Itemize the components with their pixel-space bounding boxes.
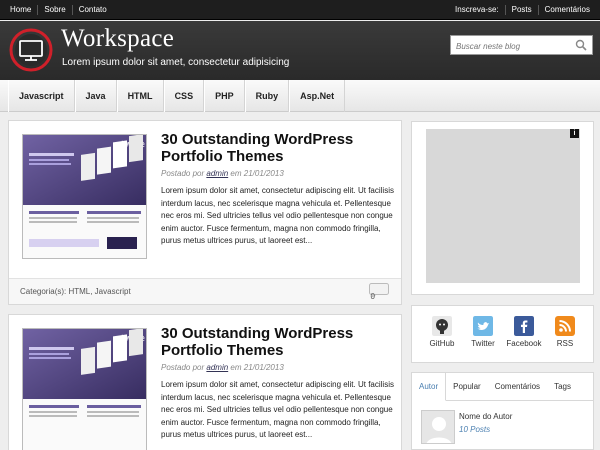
post-card: twice 30 Outstanding WordPress Portfolio… (8, 314, 402, 450)
social-github-label: GitHub (429, 339, 455, 348)
post-footer: Categoria(s): HTML, Javascript 0 (9, 278, 401, 304)
github-icon (432, 316, 452, 336)
post-excerpt: Lorem ipsum dolor sit amet, consectetur … (161, 186, 394, 245)
post-categories[interactable]: Categoria(s): HTML, Javascript (20, 287, 131, 296)
avatar[interactable] (421, 410, 455, 444)
category-nav: Javascript Java HTML CSS PHP Ruby Asp.Ne… (0, 80, 600, 112)
social-twitter-label: Twitter (471, 339, 495, 348)
monitor-logo-icon[interactable] (8, 27, 54, 73)
ad-placeholder[interactable] (426, 129, 580, 283)
tabs-widget: Autor Popular Comentários Tags Nome do A… (411, 372, 594, 450)
post-title[interactable]: 30 Outstanding WordPress Portfolio Theme… (161, 325, 391, 359)
tab-popular[interactable]: Popular (446, 373, 488, 401)
search-icon[interactable] (575, 39, 587, 51)
post-excerpt: Lorem ipsum dolor sit amet, consectetur … (161, 380, 394, 439)
twitter-icon (473, 316, 493, 336)
site-description: Lorem ipsum dolor sit amet, consectetur … (62, 57, 290, 68)
tab-comentarios[interactable]: Comentários (488, 373, 547, 401)
site-header: Workspace Lorem ipsum dolor sit amet, co… (0, 21, 600, 80)
ad-widget: i (411, 121, 594, 295)
tab-tags[interactable]: Tags (547, 373, 578, 401)
comment-count: 0 (370, 292, 375, 301)
post-card: twice 30 Outstanding WordPress Portfolio… (8, 120, 402, 305)
ad-info-icon[interactable]: i (570, 129, 579, 138)
top-link-contato[interactable]: Contato (73, 5, 113, 15)
social-rss-label: RSS (556, 339, 574, 348)
default-avatar-icon (422, 411, 454, 443)
social-rss-link[interactable]: RSS (545, 316, 585, 348)
subscribe-posts-link[interactable]: Posts (504, 5, 538, 15)
subscribe-links: Inscreva-se: Posts Comentários (449, 0, 596, 20)
nav-item-aspnet[interactable]: Asp.Net (289, 80, 346, 112)
top-link-sobre[interactable]: Sobre (38, 5, 73, 15)
top-bar: Home Sobre Contato Inscreva-se: Posts Co… (0, 0, 600, 20)
post-date: em 21/01/2013 (230, 363, 284, 372)
tab-bar: Autor Popular Comentários Tags (412, 373, 593, 401)
nav-item-html[interactable]: HTML (116, 80, 164, 112)
site-title[interactable]: Workspace (61, 25, 174, 53)
nav-item-javascript[interactable]: Javascript (8, 80, 75, 112)
social-facebook-label: Facebook (506, 339, 542, 348)
post-date: em 21/01/2013 (230, 169, 284, 178)
author-name: Nome do Autor (459, 412, 513, 421)
rss-icon (555, 316, 575, 336)
search-input[interactable] (451, 37, 571, 56)
nav-item-php[interactable]: PHP (204, 80, 245, 112)
post-author-link[interactable]: admin (206, 363, 228, 372)
subscribe-comments-link[interactable]: Comentários (537, 5, 596, 15)
social-github-link[interactable]: GitHub (422, 316, 462, 348)
post-thumbnail[interactable]: twice (22, 328, 147, 450)
top-link-home[interactable]: Home (4, 5, 39, 15)
theme-preview-image: twice (23, 135, 146, 258)
tab-autor[interactable]: Autor (412, 373, 447, 401)
nav-item-java[interactable]: Java (74, 80, 117, 112)
social-twitter-link[interactable]: Twitter (463, 316, 503, 348)
post-title[interactable]: 30 Outstanding WordPress Portfolio Theme… (161, 131, 391, 165)
social-widget: GitHub Twitter Facebook RSS (411, 305, 594, 363)
search-box (450, 35, 593, 56)
post-author-link[interactable]: admin (206, 169, 228, 178)
post-meta: Postado por admin em 21/01/2013 (161, 363, 284, 372)
facebook-icon (514, 316, 534, 336)
nav-item-ruby[interactable]: Ruby (244, 80, 290, 112)
nav-items: Javascript Java HTML CSS PHP Ruby Asp.Ne… (8, 80, 346, 112)
social-facebook-link[interactable]: Facebook (504, 316, 544, 348)
post-meta: Postado por admin em 21/01/2013 (161, 169, 284, 178)
theme-preview-image: twice (23, 329, 146, 450)
author-posts-link[interactable]: 10 Posts (459, 425, 490, 434)
post-thumbnail[interactable]: twice (22, 134, 147, 259)
post-meta-prefix: Postado por (161, 363, 205, 372)
nav-item-css[interactable]: CSS (163, 80, 205, 112)
subscribe-label: Inscreva-se: (455, 5, 499, 14)
top-links: Home Sobre Contato (4, 0, 113, 20)
post-meta-prefix: Postado por (161, 169, 205, 178)
